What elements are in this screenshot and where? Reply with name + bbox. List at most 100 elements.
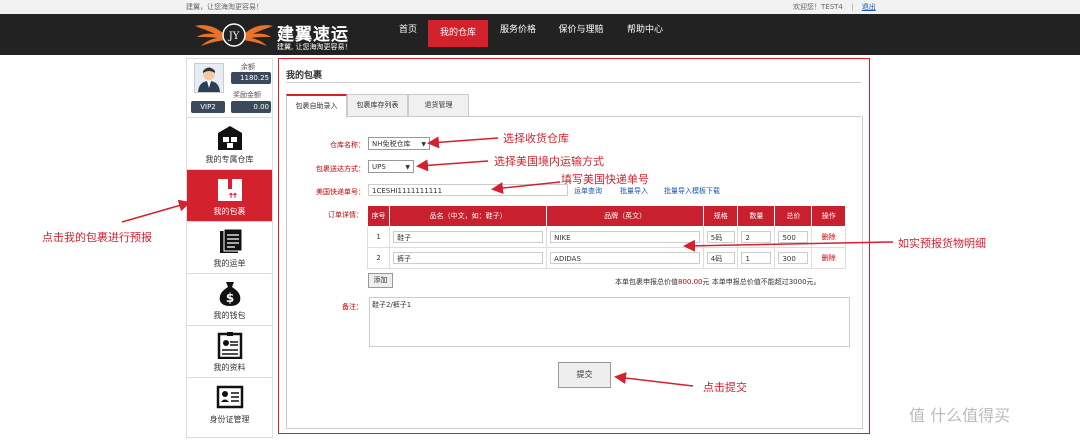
title-divider [286, 82, 861, 83]
spec-input[interactable]: 5码 [706, 231, 735, 243]
tab-inventory[interactable]: 包裹库存列表 [347, 94, 408, 116]
avatar [194, 63, 224, 93]
bonus-value: 0.00 [231, 101, 271, 113]
sidebar-item-label: 我的运单 [213, 259, 246, 268]
col-header: 品牌（英文） [546, 205, 705, 227]
balance-value: 1180.25 [231, 72, 271, 84]
nav-home[interactable]: 首页 [388, 14, 428, 47]
logout-link[interactable]: 退出 [862, 3, 876, 11]
sidebar-item-warehouse[interactable]: 我的专属仓库 [187, 118, 272, 170]
tab-self-entry[interactable]: 包裹自助录入 [286, 94, 347, 118]
price-input[interactable]: 300 [778, 252, 809, 264]
site-logo[interactable]: JY 建翼速运 建翼, 让您海淘更容易！ [195, 18, 365, 52]
user-info: 欢迎您！TEST4 | 退出 [793, 3, 876, 11]
nav-pricing[interactable]: 服务价格 [492, 14, 544, 47]
profile-card-icon [217, 332, 243, 359]
submit-button[interactable]: 提交 [558, 362, 611, 388]
sidebar-item-label: 身份证管理 [209, 415, 250, 424]
bulk-template-link[interactable]: 批量导入模板下载 [664, 186, 720, 196]
sidebar-item-label: 我的专属仓库 [205, 155, 254, 164]
sidebar-item-packages[interactable]: 我的包裹 [187, 170, 272, 222]
page-title: 我的包裹 [286, 71, 323, 81]
tab-returns[interactable]: 退货管理 [408, 94, 469, 116]
welcome-text: 欢迎您！TEST4 [793, 3, 843, 11]
note-declare-items: 如实预报货物明细 [898, 237, 986, 250]
col-header: 品名（中文，如：鞋子） [389, 205, 548, 227]
shipping-select[interactable]: UPS ▼ [368, 160, 414, 173]
note-select-shipping: 选择美国境内运输方式 [494, 155, 604, 168]
note-fill-tracking: 填写美国快递单号 [561, 173, 649, 186]
remark-label: 备注： [342, 303, 363, 311]
table-row: 2 裤子 ADIDAS 4码 1 300 删除 [366, 247, 846, 269]
nav-my-warehouse[interactable]: 我的仓库 [428, 20, 488, 47]
site-slogan: 建翼，让您海淘更容易！ [186, 3, 263, 11]
note-click-submit: 点击提交 [703, 381, 747, 394]
logo-badge: JY [228, 31, 240, 42]
id-card-icon [216, 385, 244, 409]
col-header: 操作 [811, 205, 846, 227]
sidebar-item-wallet[interactable]: $ 我的钱包 [187, 274, 272, 326]
main-content: 我的包裹 包裹自助录入 包裹库存列表 退货管理 仓库名称： NH免税仓库 ▼ 包裹… [278, 58, 870, 434]
sidebar: VIP2 余额 1180.25 奖励金额 0.00 我的专属仓库 我的包裹 我的… [186, 58, 273, 438]
chevron-down-icon: ▼ [421, 141, 426, 148]
tracking-label: 美国快递单号： [316, 188, 365, 196]
quantity-input[interactable]: 2 [741, 231, 772, 243]
vip-badge: VIP2 [191, 101, 225, 113]
sidebar-item-profile[interactable]: 我的资料 [187, 326, 272, 378]
bulk-import-link[interactable]: 批量导入 [620, 186, 648, 196]
brand-input[interactable]: ADIDAS [550, 252, 701, 264]
remark-textarea[interactable]: 鞋子2/裤子1 [369, 297, 850, 347]
item-table: 序号 品名（中文，如：鞋子） 品牌（英文） 规格 数量 总价 操作 1 鞋子 N… [366, 205, 846, 269]
site-header: JY 建翼速运 建翼, 让您海淘更容易！ 首页 我的仓库 服务价格 保价与理赔 … [0, 14, 1080, 55]
tab-bar: 包裹自助录入 包裹库存列表 退货管理 [286, 94, 861, 118]
warehouse-label: 仓库名称： [330, 141, 365, 149]
nav-insurance[interactable]: 保价与理赔 [548, 14, 614, 47]
note-click-package: 点击我的包裹进行预报 [42, 231, 152, 244]
svg-text:$: $ [226, 291, 234, 305]
nav-help[interactable]: 帮助中心 [620, 14, 670, 47]
bonus-label: 奖励金额 [233, 91, 261, 99]
track-query-link[interactable]: 运单查询 [574, 186, 602, 196]
col-header: 总价 [774, 205, 813, 227]
spec-input[interactable]: 4码 [706, 252, 735, 264]
item-name-input[interactable]: 鞋子 [393, 231, 544, 243]
warehouse-icon [218, 126, 242, 150]
quantity-input[interactable]: 1 [741, 252, 772, 264]
col-header: 序号 [366, 205, 391, 227]
arrow-package [121, 199, 191, 223]
sidebar-item-label: 我的资料 [213, 363, 246, 372]
account-panel: VIP2 余额 1180.25 奖励金额 0.00 [187, 59, 272, 118]
watermark: 值 什么值得买 [909, 406, 1011, 425]
delete-link[interactable]: 删除 [822, 254, 836, 262]
tracking-input[interactable]: 1CESHI1111111111 [368, 184, 568, 196]
chevron-down-icon: ▼ [405, 164, 410, 171]
package-icon [218, 179, 242, 201]
sidebar-item-id-cards[interactable]: 身份证管理 [187, 378, 272, 429]
row-index: 1 [366, 226, 391, 248]
note-select-warehouse: 选择收货仓库 [503, 132, 569, 145]
add-item-button[interactable]: 添加 [368, 273, 393, 288]
col-header: 数量 [737, 205, 776, 227]
sidebar-item-waybills[interactable]: 我的运单 [187, 222, 272, 274]
brand-tagline: 建翼, 让您海淘更容易！ [277, 43, 352, 51]
money-bag-icon: $ [219, 282, 241, 306]
total-value-note: 本单包裹申报总价值800.00元 本单申报总价值不能超过3000元。 [615, 278, 821, 286]
total-amount: 800.00 [678, 278, 703, 286]
table-row: 1 鞋子 NIKE 5码 2 500 删除 [366, 226, 846, 248]
table-header: 序号 品名（中文，如：鞋子） 品牌（英文） 规格 数量 总价 操作 [366, 205, 846, 227]
top-bar: 建翼，让您海淘更容易！ 欢迎您！TEST4 | 退出 [0, 0, 1080, 15]
sidebar-item-label: 我的包裹 [213, 207, 246, 216]
balance-label: 余额 [241, 63, 255, 71]
price-input[interactable]: 500 [778, 231, 809, 243]
order-details-label: 订单详情： [328, 211, 363, 219]
shipping-label: 包裹送达方式： [316, 165, 365, 173]
item-name-input[interactable]: 裤子 [393, 252, 544, 264]
sidebar-item-label: 我的钱包 [213, 311, 246, 320]
waybill-icon [220, 228, 243, 253]
row-index: 2 [366, 247, 391, 269]
warehouse-select[interactable]: NH免税仓库 ▼ [368, 137, 430, 150]
col-header: 规格 [703, 205, 739, 227]
logo-wings-icon: JY [195, 23, 273, 47]
brand-input[interactable]: NIKE [550, 231, 701, 243]
delete-link[interactable]: 删除 [822, 233, 836, 241]
